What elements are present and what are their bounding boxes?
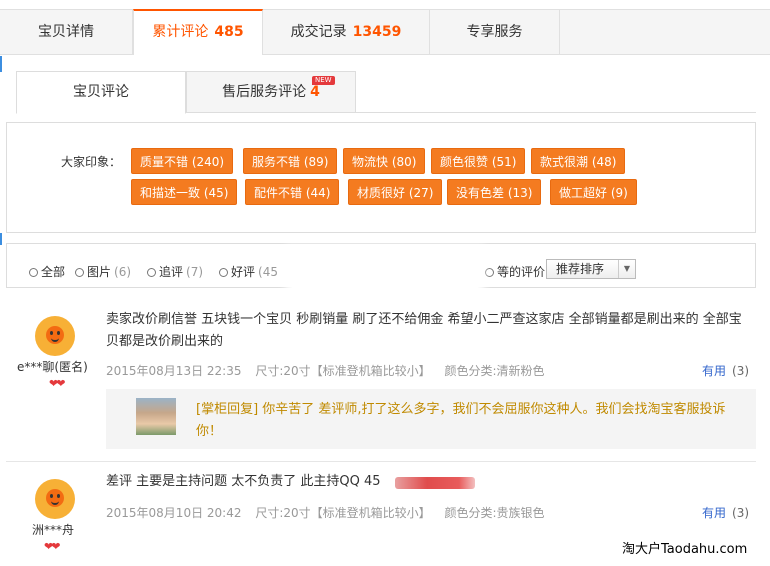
seller-reply: [掌柜回复] 你辛苦了 差评师,打了这么多字，我们不会屈服你这种人。我们会找淘宝…	[106, 389, 756, 449]
impression-tag[interactable]: 颜色很赞 (51)	[431, 148, 526, 174]
filter-count: (7)	[186, 265, 204, 279]
impression-tag[interactable]: 做工超好 (9)	[550, 179, 637, 205]
username: 洲***舟	[32, 523, 75, 537]
useful-button[interactable]: 有用 (3)	[702, 362, 749, 379]
radio-icon	[147, 268, 156, 277]
impression-tag[interactable]: 物流快 (80)	[343, 148, 426, 174]
seller-avatar	[136, 398, 176, 435]
sort-value: 推荐排序	[556, 262, 605, 276]
useful-button[interactable]: 有用 (3)	[702, 504, 749, 521]
tab-exclusive-service[interactable]: 专享服务	[430, 10, 560, 55]
redacted-region	[395, 477, 475, 489]
impression-tag[interactable]: 款式很潮 (48)	[531, 148, 626, 174]
tab-label: 专享服务	[466, 24, 523, 40]
top-tabs: 宝贝详情 累计评论 485 成交记录 13459 专享服务	[0, 9, 770, 55]
divider	[6, 461, 756, 462]
impression-tag[interactable]: 材质很好 (27)	[348, 179, 443, 205]
watermark: 淘大户Taodahu.com	[622, 542, 748, 557]
heart-icon: ❤❤	[49, 377, 66, 390]
new-badge: NEW	[312, 76, 335, 85]
filter-other-radio[interactable]: 等的评价	[485, 263, 545, 280]
user-avatar	[35, 479, 75, 519]
review-date: 2015年08月13日 22:35	[106, 364, 242, 378]
subtab-item-reviews[interactable]: 宝贝评论	[16, 71, 186, 114]
review-size: 尺寸:20寸【标准登机箱比较小】	[255, 364, 431, 378]
tab-count: 13459	[352, 24, 402, 40]
filter-label: 好评	[231, 265, 256, 279]
subtab-label: 宝贝评论	[73, 84, 129, 100]
impression-tag[interactable]: 质量不错 (240)	[131, 148, 234, 174]
tab-reviews[interactable]: 累计评论 485	[133, 9, 263, 55]
subtab-count: 4	[310, 84, 320, 100]
sub-tabs: 宝贝评论 售后服务评论 4	[16, 71, 756, 114]
tab-transactions[interactable]: 成交记录 13459	[263, 10, 430, 55]
filter-count: (6)	[114, 265, 132, 279]
impression-tag[interactable]: 没有色差 (13)	[447, 179, 542, 205]
review-color: 颜色分类:清新粉色	[444, 364, 545, 378]
tab-label: 累计评论	[152, 24, 209, 40]
tab-item-details[interactable]: 宝贝详情	[0, 10, 133, 55]
useful-label: 有用	[702, 506, 727, 520]
filter-all-radio[interactable]: 全部	[29, 263, 65, 280]
review-text: 卖家改价刷信誉 五块钱一个宝贝 秒刷销量 刷了还不给佣金 希望小二严查这家店 全…	[106, 312, 742, 349]
tab-label: 成交记录	[290, 24, 347, 40]
blurred-region	[292, 252, 478, 292]
impression-tag[interactable]: 配件不错 (44)	[245, 179, 340, 205]
review-meta: 2015年08月10日 20:42 尺寸:20寸【标准登机箱比较小】 颜色分类:…	[106, 504, 555, 521]
username: e***聊(匿名)	[17, 360, 88, 374]
filter-label: 等的评价	[497, 265, 546, 279]
left-marker	[0, 233, 2, 245]
user-avatar	[35, 316, 75, 356]
impressions-panel: 大家印象： 质量不错 (240) 服务不错 (89) 物流快 (80) 颜色很赞…	[6, 122, 756, 233]
subtab-label: 售后服务评论	[222, 84, 307, 100]
review-meta: 2015年08月13日 22:35 尺寸:20寸【标准登机箱比较小】 颜色分类:…	[106, 362, 555, 379]
filter-followup-radio[interactable]: 追评 (7)	[147, 263, 203, 280]
filter-positive-radio[interactable]: 好评 (45	[219, 263, 278, 280]
radio-icon	[75, 268, 84, 277]
reply-text: [掌柜回复] 你辛苦了 差评师,打了这么多字，我们不会屈服你这种人。我们会找淘宝…	[196, 402, 726, 439]
triangle-down-icon: ▼	[618, 260, 635, 278]
impression-tag[interactable]: 和描述一致 (45)	[131, 179, 238, 205]
tab-count: 485	[214, 24, 244, 40]
review-size: 尺寸:20寸【标准登机箱比较小】	[255, 506, 431, 520]
filter-label: 追评	[159, 265, 184, 279]
radio-icon	[219, 268, 228, 277]
useful-count: (3)	[732, 506, 750, 520]
review-color: 颜色分类:贵族银色	[444, 506, 545, 520]
impression-tag[interactable]: 服务不错 (89)	[243, 148, 338, 174]
radio-icon	[485, 268, 494, 277]
heart-icon: ❤❤	[44, 540, 61, 553]
filter-label: 图片	[87, 265, 112, 279]
filter-count: (45	[258, 265, 278, 279]
review-date: 2015年08月10日 20:42	[106, 506, 242, 520]
left-marker	[0, 56, 2, 72]
sort-select[interactable]: 推荐排序 ▼	[546, 259, 636, 279]
filter-label: 全部	[41, 265, 66, 279]
tab-label: 宝贝详情	[38, 24, 94, 40]
impressions-label: 大家印象：	[61, 155, 122, 169]
radio-icon	[29, 268, 38, 277]
useful-count: (3)	[732, 364, 750, 378]
useful-label: 有用	[702, 364, 727, 378]
filter-images-radio[interactable]: 图片 (6)	[75, 263, 131, 280]
